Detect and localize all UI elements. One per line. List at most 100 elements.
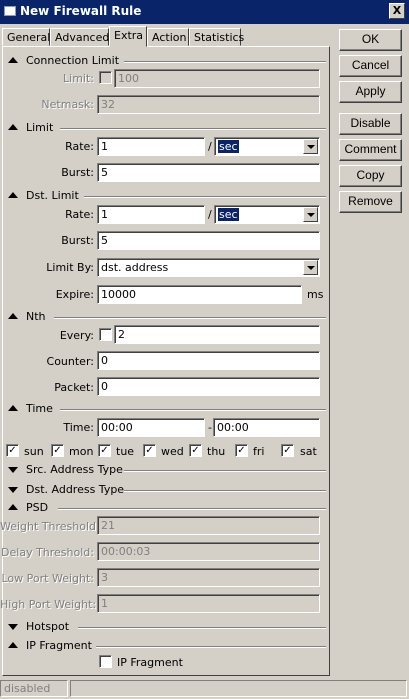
nth-every-checkbox[interactable] [99, 328, 112, 341]
nth-counter-input[interactable]: 0 [97, 351, 320, 370]
psd-delay-threshold-input[interactable]: 00:00:03 [97, 542, 320, 561]
rate-separator: / [208, 140, 212, 153]
tab-general[interactable]: General [2, 28, 50, 46]
limit-burst-label: Burst: [61, 166, 94, 179]
nth-every-input[interactable]: 2 [114, 325, 320, 344]
psd-high-port-weight-input[interactable]: 1 [97, 594, 320, 613]
time-separator: - [208, 421, 212, 434]
limit-burst-input[interactable]: 5 [97, 163, 320, 182]
day-sun-label: sun [24, 445, 44, 458]
close-button[interactable]: X [389, 3, 405, 19]
expand-arrow-icon[interactable] [8, 624, 18, 630]
day-tue-label: tue [116, 445, 135, 458]
nth-packet-input[interactable]: 0 [97, 377, 320, 396]
section-divider [124, 61, 326, 63]
tab-extra[interactable]: Extra [109, 26, 147, 47]
dst-rate-unit-select[interactable]: sec [214, 205, 320, 224]
comment-button[interactable]: Comment [339, 139, 402, 161]
nth-every-label: Every: [59, 329, 94, 342]
dropdown-arrow-icon[interactable] [303, 260, 318, 275]
section-dst-limit[interactable]: Dst. Limit [4, 189, 326, 203]
section-time[interactable]: Time [4, 402, 326, 416]
cancel-button[interactable]: Cancel [339, 55, 402, 77]
apply-button[interactable]: Apply [339, 81, 402, 103]
tab-advanced[interactable]: Advanced [50, 28, 109, 46]
day-wed-checkbox[interactable]: ✓ [143, 444, 156, 457]
dst-limit-by-select[interactable]: dst. address [97, 258, 320, 277]
selected-unit: sec [218, 208, 239, 221]
status-bar: disabled [0, 678, 409, 699]
collapse-arrow-icon[interactable] [8, 642, 18, 648]
section-label: Time [26, 402, 53, 415]
firewall-rule-window: New Firewall Rule X General Advanced Ext… [0, 0, 409, 699]
expand-arrow-icon[interactable] [8, 467, 18, 473]
dst-expire-input[interactable]: 10000 [97, 285, 302, 304]
dropdown-arrow-icon[interactable] [303, 139, 318, 154]
section-nth[interactable]: Nth [4, 310, 326, 324]
section-label: Hotspot [26, 620, 70, 633]
remove-button[interactable]: Remove [339, 191, 402, 213]
collapse-arrow-icon[interactable] [8, 192, 18, 198]
day-tue-checkbox[interactable]: ✓ [98, 444, 111, 457]
section-divider [58, 508, 326, 510]
disable-button[interactable]: Disable [339, 113, 402, 135]
section-connection-limit[interactable]: Connection Limit [4, 54, 326, 68]
conn-limit-input[interactable]: 100 [114, 69, 320, 88]
collapse-arrow-icon[interactable] [8, 57, 18, 63]
dst-burst-label: Burst: [61, 234, 94, 247]
conn-netmask-label: Netmask: [41, 98, 94, 111]
limit-rate-input[interactable]: 1 [97, 137, 205, 156]
section-src-address-type[interactable]: Src. Address Type [4, 463, 326, 477]
section-dst-address-type[interactable]: Dst. Address Type [4, 483, 326, 497]
ok-button[interactable]: OK [339, 29, 402, 51]
ip-fragment-checkbox[interactable] [99, 655, 112, 668]
limit-rate-unit-select[interactable]: sec [214, 137, 320, 156]
dst-limit-by-label: Limit By: [46, 261, 94, 274]
section-hotspot[interactable]: Hotspot [4, 620, 326, 634]
conn-netmask-input[interactable]: 32 [97, 95, 320, 114]
window-app-icon [4, 6, 16, 16]
psd-weight-threshold-label: Weight Threshold: [0, 520, 100, 533]
collapse-arrow-icon[interactable] [8, 504, 18, 510]
expand-arrow-icon[interactable] [8, 487, 18, 493]
section-label: IP Fragment [26, 639, 92, 652]
day-mon-checkbox[interactable]: ✓ [51, 444, 64, 457]
section-psd[interactable]: PSD [4, 501, 326, 515]
window-title: New Firewall Rule [20, 4, 142, 18]
title-bar[interactable]: New Firewall Rule X [0, 0, 409, 24]
section-label: Connection Limit [26, 54, 120, 67]
section-label: PSD [26, 501, 49, 514]
tab-statistics[interactable]: Statistics [189, 28, 244, 46]
copy-button[interactable]: Copy [339, 165, 402, 187]
section-divider [78, 627, 326, 629]
psd-high-port-weight-label: High Port Weight: [0, 598, 97, 611]
psd-low-port-weight-input[interactable]: 3 [97, 568, 320, 587]
time-from-input[interactable]: 00:00 [97, 418, 205, 437]
day-thu-checkbox[interactable]: ✓ [189, 444, 202, 457]
collapse-arrow-icon[interactable] [8, 405, 18, 411]
dst-burst-input[interactable]: 5 [97, 231, 320, 250]
section-divider [124, 490, 326, 492]
status-cell-empty [70, 680, 407, 697]
tab-action[interactable]: Action [147, 28, 189, 46]
section-divider [54, 317, 326, 319]
dropdown-arrow-icon[interactable] [303, 207, 318, 222]
dst-rate-input[interactable]: 1 [97, 205, 205, 224]
time-label: Time: [63, 421, 94, 434]
section-ip-fragment[interactable]: IP Fragment [4, 639, 326, 653]
day-sun-checkbox[interactable]: ✓ [6, 444, 19, 457]
psd-weight-threshold-input[interactable]: 21 [97, 516, 320, 535]
selected-limit-by: dst. address [101, 261, 169, 274]
day-thu-label: thu [207, 445, 226, 458]
section-label: Nth [26, 310, 46, 323]
day-fri-label: fri [253, 445, 265, 458]
collapse-arrow-icon[interactable] [8, 313, 18, 319]
time-to-input[interactable]: 00:00 [213, 418, 320, 437]
day-sat-checkbox[interactable]: ✓ [281, 444, 294, 457]
day-fri-checkbox[interactable]: ✓ [235, 444, 248, 457]
section-limit[interactable]: Limit [4, 121, 326, 135]
nth-packet-label: Packet: [54, 381, 94, 394]
dst-rate-label: Rate: [65, 208, 94, 221]
collapse-arrow-icon[interactable] [8, 124, 18, 130]
conn-limit-checkbox[interactable] [99, 71, 112, 84]
